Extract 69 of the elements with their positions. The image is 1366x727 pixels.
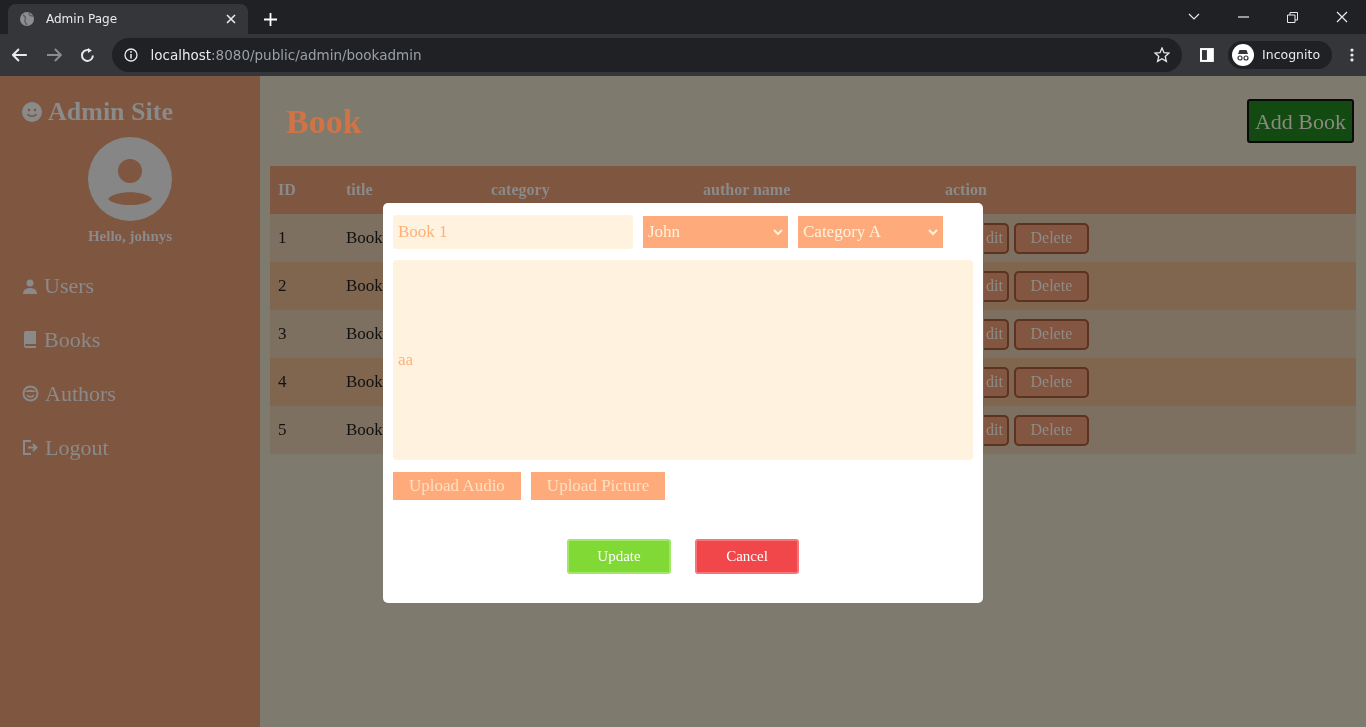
- back-icon[interactable]: [12, 48, 28, 62]
- edit-button[interactable]: dit: [984, 414, 1009, 446]
- face-icon: [22, 385, 39, 402]
- upload-button[interactable]: Upload Audio: [393, 472, 521, 500]
- address-bar[interactable]: localhost:8080/public/admin/bookadmin: [112, 38, 1183, 72]
- table-cell: Book: [346, 324, 383, 344]
- delete-button[interactable]: Delete: [1013, 414, 1089, 446]
- table-cell: 5: [278, 420, 287, 440]
- table-cell: 2: [278, 276, 287, 296]
- nav-link[interactable]: Books: [22, 323, 101, 356]
- logout-icon: [22, 439, 39, 456]
- book-icon: [22, 331, 38, 348]
- add-book-button[interactable]: Add Book: [1246, 99, 1354, 143]
- column-header: action: [945, 181, 987, 198]
- column-header: category: [491, 181, 550, 198]
- profile-label: Incognito: [1262, 45, 1321, 64]
- menu-icon[interactable]: [1350, 48, 1354, 62]
- star-icon[interactable]: [1154, 47, 1171, 63]
- browser-tab[interactable]: Admin Page: [8, 4, 248, 34]
- upload-button[interactable]: Upload Picture: [530, 472, 666, 500]
- nav-link[interactable]: Users: [22, 269, 95, 302]
- globe-icon: [20, 12, 34, 26]
- category-select[interactable]: Category A: [798, 216, 943, 248]
- greeting: Hello, johnys: [86, 227, 174, 246]
- cancel-button[interactable]: Cancel: [695, 539, 799, 574]
- new-tab-icon[interactable]: [264, 13, 277, 26]
- page-heading: Book: [286, 101, 362, 142]
- nav-link[interactable]: Logout: [22, 431, 109, 464]
- table-cell: 4: [278, 372, 287, 392]
- chevron-icon: [773, 228, 783, 236]
- chevron-down-icon[interactable]: [1188, 13, 1200, 21]
- column-header: ID: [278, 181, 296, 198]
- column-header: title: [346, 181, 373, 198]
- table-cell: 3: [278, 324, 287, 344]
- avatar-icon: [88, 137, 172, 221]
- smiley-icon: [22, 101, 42, 122]
- reload-icon[interactable]: [79, 47, 95, 63]
- description-textarea[interactable]: aa: [393, 260, 973, 460]
- delete-button[interactable]: Delete: [1013, 318, 1089, 350]
- forward-icon[interactable]: [45, 48, 62, 62]
- delete-button[interactable]: Delete: [1013, 270, 1089, 302]
- nav-link[interactable]: Authors: [22, 377, 116, 410]
- update-button[interactable]: Update: [567, 539, 671, 574]
- title-input[interactable]: Book 1: [393, 215, 633, 249]
- edit-button[interactable]: dit: [984, 222, 1009, 254]
- column-header: author name: [703, 181, 791, 198]
- incognito-chip[interactable]: Incognito: [1228, 41, 1333, 69]
- site-title: Admin Site: [48, 96, 173, 128]
- table-cell: Book: [346, 276, 383, 296]
- author-select[interactable]: John: [643, 216, 788, 248]
- delete-button[interactable]: Delete: [1013, 366, 1089, 398]
- table-cell: Book: [346, 228, 383, 248]
- table-cell: Book: [346, 372, 383, 392]
- table-cell: 1: [278, 228, 287, 248]
- incognito-icon: [1232, 44, 1255, 66]
- close-icon[interactable]: [1336, 11, 1348, 23]
- close-icon[interactable]: [226, 14, 236, 24]
- edit-button[interactable]: dit: [984, 318, 1009, 350]
- chevron-icon: [928, 228, 938, 236]
- info-icon: [124, 48, 139, 62]
- restore-icon[interactable]: [1287, 11, 1298, 23]
- tab-title: Admin Page: [46, 11, 119, 28]
- edit-button[interactable]: dit: [984, 366, 1009, 398]
- person-icon: [22, 277, 38, 294]
- url-text: localhost:8080/public/admin/bookadmin: [150, 45, 423, 65]
- table-cell: Book: [346, 420, 383, 440]
- edit-button[interactable]: dit: [984, 270, 1009, 302]
- delete-button[interactable]: Delete: [1013, 222, 1089, 254]
- side-panel-icon[interactable]: [1200, 48, 1215, 62]
